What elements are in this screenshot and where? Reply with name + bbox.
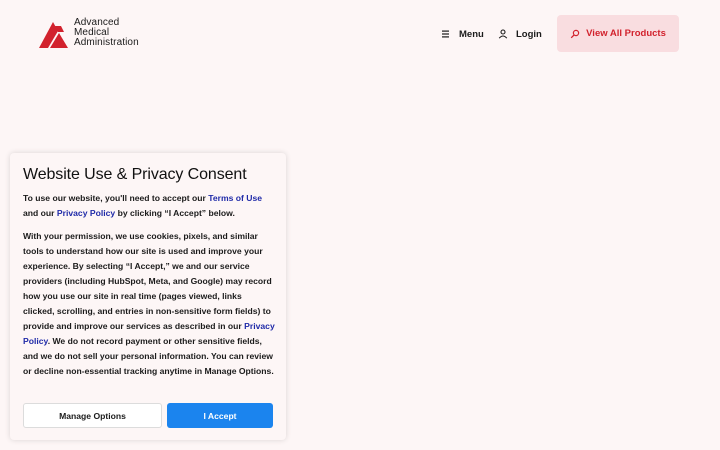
user-icon — [498, 29, 508, 39]
tracking-text-a: With your permission, we use cookies, pi… — [23, 231, 272, 331]
privacy-policy-link[interactable]: Privacy Policy — [57, 208, 115, 218]
manage-options-button[interactable]: Manage Options — [23, 403, 162, 428]
view-all-products-button[interactable]: View All Products — [557, 15, 679, 52]
tracking-text-b: . We do not record payment or other sens… — [23, 336, 274, 376]
login-link[interactable]: Login — [498, 27, 542, 41]
terms-paragraph: To use our website, you'll need to accep… — [23, 191, 275, 221]
menu-label: Menu — [459, 28, 484, 40]
brand-logo[interactable]: Advanced Medical Administration — [39, 18, 139, 49]
tracking-paragraph: With your permission, we use cookies, pi… — [23, 229, 275, 379]
accept-button[interactable]: I Accept — [167, 403, 273, 428]
logo-mark-icon — [39, 22, 68, 48]
brand-line-3: Administration — [74, 37, 139, 48]
dialog-title: Website Use & Privacy Consent — [23, 166, 247, 183]
site-header: Advanced Medical Administration Menu Log… — [0, 0, 720, 68]
privacy-consent-dialog: Website Use & Privacy Consent To use our… — [10, 153, 286, 440]
terms-text-c: by clicking “I Accept” below. — [115, 208, 235, 218]
terms-text-a: To use our website, you'll need to accep… — [23, 193, 209, 203]
search-icon — [570, 29, 580, 38]
brand-name: Advanced Medical Administration — [74, 18, 139, 48]
menu-button[interactable]: Menu — [441, 27, 484, 41]
cta-label: View All Products — [586, 28, 666, 39]
terms-text-b: and our — [23, 208, 57, 218]
login-label: Login — [516, 28, 542, 40]
terms-of-use-link[interactable]: Terms of Use — [208, 193, 262, 203]
hamburger-icon — [442, 30, 449, 38]
